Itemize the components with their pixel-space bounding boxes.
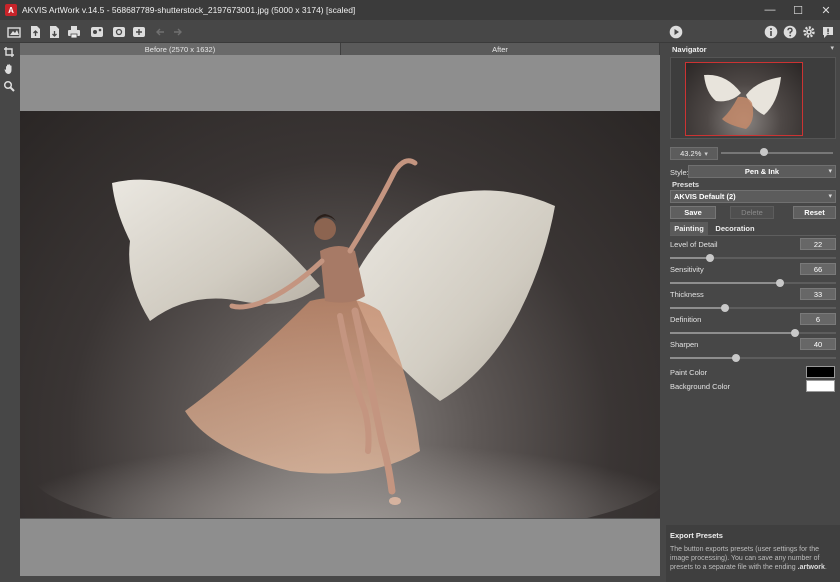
param-slider-track[interactable] — [670, 304, 836, 312]
photo-edge — [20, 518, 660, 519]
hand-tool-icon[interactable] — [0, 60, 18, 77]
param-slider-track[interactable] — [670, 329, 836, 337]
help-text: The button exports presets (user setting… — [670, 546, 827, 571]
crop-tool-icon[interactable] — [0, 43, 18, 60]
param-value-input[interactable]: 33 — [800, 288, 836, 300]
app-logo-icon: A — [5, 4, 17, 16]
navigator-preview[interactable] — [670, 57, 836, 139]
param-slider-fill — [670, 357, 737, 359]
style-label: Style: — [670, 168, 689, 177]
minimize-button[interactable]: — — [756, 0, 784, 20]
batch-icon[interactable] — [110, 23, 127, 40]
undo-icon[interactable] — [152, 23, 169, 40]
navigator-collapse-icon[interactable]: ▾ — [830, 44, 834, 52]
style-select[interactable]: Pen & Ink ▾ — [688, 165, 836, 178]
left-toolbar — [0, 43, 18, 582]
maximize-button[interactable]: ☐ — [784, 0, 812, 20]
ballerina-figure — [30, 158, 660, 518]
param-slider-fill — [670, 282, 780, 284]
presets-value: AKVIS Default (2) — [674, 192, 736, 201]
paint-color-swatch[interactable] — [806, 366, 835, 378]
tab-before[interactable]: Before (2570 x 1632) — [20, 43, 341, 55]
background-color-swatch[interactable] — [806, 380, 835, 392]
param-slider-handle[interactable] — [705, 254, 714, 262]
paint-color-label: Paint Color — [670, 368, 708, 377]
param-label: Thickness — [670, 290, 704, 299]
save-preset-button[interactable]: Save — [670, 206, 716, 219]
help-title: Export Presets — [670, 531, 723, 540]
param-slider-track[interactable] — [670, 354, 836, 362]
image-canvas[interactable] — [20, 55, 660, 576]
preferences-icon[interactable] — [130, 23, 147, 40]
tab-decoration[interactable]: Decoration — [711, 222, 759, 235]
info-icon[interactable] — [762, 23, 779, 40]
param-value-input[interactable]: 22 — [800, 238, 836, 250]
help-panel: Export Presets The button exports preset… — [666, 525, 840, 582]
tabs-divider — [670, 235, 836, 236]
open-file-icon[interactable] — [26, 23, 43, 40]
param-value-input[interactable]: 40 — [800, 338, 836, 350]
tab-after[interactable]: After — [341, 43, 660, 55]
param-slider-handle[interactable] — [732, 354, 741, 362]
navigator-frame[interactable] — [685, 62, 803, 136]
presets-select[interactable]: AKVIS Default (2) ▾ — [670, 190, 836, 203]
home-icon[interactable] — [5, 23, 22, 40]
notifications-icon[interactable] — [819, 23, 836, 40]
settings-panel: Navigator ▾ 43.2% ▾ Style: Pen & Ink ▾ P… — [666, 43, 840, 582]
style-value: Pen & Ink — [744, 167, 780, 176]
param-slider-fill — [670, 307, 725, 309]
print-icon[interactable] — [65, 23, 82, 40]
background-color-label: Background Color — [670, 382, 731, 391]
zoom-tool-icon[interactable] — [0, 77, 18, 94]
style-chevron-down-icon: ▾ — [828, 168, 832, 175]
presets-label: Presets — [672, 180, 700, 189]
close-button[interactable]: ✕ — [812, 0, 840, 20]
redo-icon[interactable] — [168, 23, 185, 40]
presets-chevron-down-icon: ▾ — [828, 193, 832, 200]
zoom-level-value: 43.2% — [680, 149, 702, 158]
navigator-title: Navigator — [672, 44, 707, 54]
ballerina-photo — [20, 111, 660, 518]
param-label: Definition — [670, 315, 702, 324]
zoom-slider-track[interactable] — [721, 152, 833, 154]
save-file-icon[interactable] — [45, 23, 62, 40]
param-value-input[interactable]: 66 — [800, 263, 836, 275]
delete-preset-button[interactable]: Delete — [730, 206, 774, 219]
share-icon[interactable] — [88, 23, 105, 40]
param-slider-fill — [670, 332, 795, 334]
zoom-level-select[interactable]: 43.2% ▾ — [670, 147, 718, 160]
param-slider-fill — [670, 257, 710, 259]
param-slider-handle[interactable] — [790, 329, 799, 337]
tab-painting[interactable]: Painting — [670, 222, 708, 235]
reset-preset-button[interactable]: Reset — [793, 206, 836, 219]
param-slider-handle[interactable] — [720, 304, 729, 312]
param-label: Sharpen — [670, 340, 699, 349]
param-value-input[interactable]: 6 — [800, 313, 836, 325]
main-toolbar — [0, 20, 840, 43]
param-slider-track[interactable] — [670, 254, 836, 262]
settings-icon[interactable] — [800, 23, 817, 40]
param-slider-handle[interactable] — [775, 279, 784, 287]
window-controls: — ☐ ✕ — [756, 0, 840, 20]
zoom-slider-handle[interactable] — [759, 148, 768, 156]
run-icon[interactable] — [667, 23, 684, 40]
zoom-arrow-icon: ▾ — [704, 150, 708, 158]
param-label: Level of Detail — [670, 240, 718, 249]
param-label: Sensitivity — [670, 265, 704, 274]
window-title: AKVIS ArtWork v.14.5 - 568687789-shutter… — [22, 5, 356, 15]
help-icon[interactable] — [781, 23, 798, 40]
navigator-header: Navigator ▾ — [666, 43, 840, 55]
title-bar: A AKVIS ArtWork v.14.5 - 568687789-shutt… — [0, 0, 840, 20]
param-slider-track[interactable] — [670, 279, 836, 287]
